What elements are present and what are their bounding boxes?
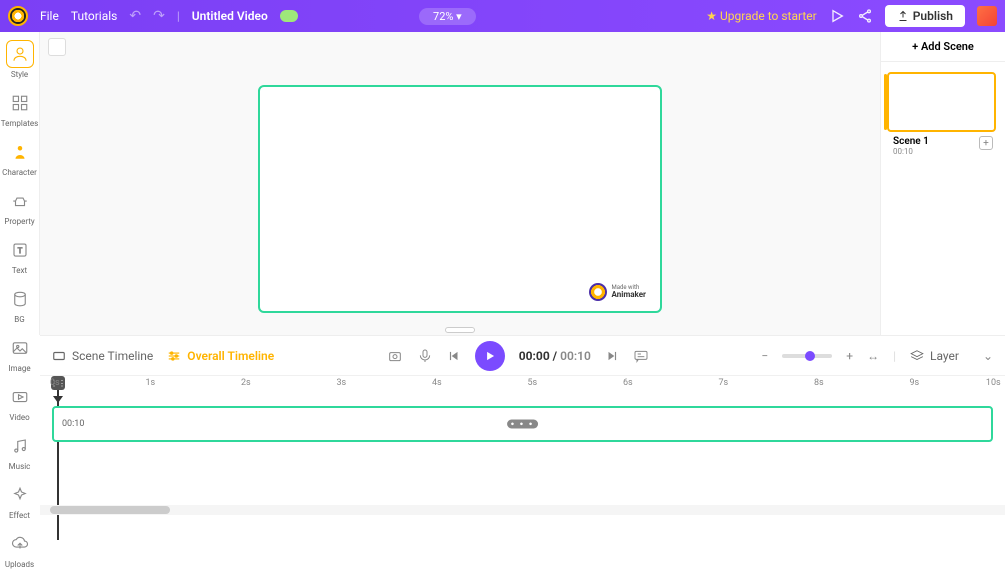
sidebar-item-video[interactable]: Video [0, 381, 39, 424]
bg-icon [6, 285, 34, 313]
sidebar-item-text[interactable]: T Text [0, 234, 39, 277]
clip-duration: 00:10 [62, 419, 84, 429]
watermark: Made with Animaker [589, 283, 646, 301]
main-area: Style Templates Character Property T Tex… [0, 32, 1005, 335]
save-status-icon [280, 10, 298, 22]
svg-text:T: T [17, 246, 22, 255]
character-icon [6, 138, 34, 166]
upgrade-link[interactable]: ★ Upgrade to starter [706, 9, 816, 23]
mic-icon[interactable] [417, 348, 433, 364]
video-icon [6, 383, 34, 411]
text-icon: T [6, 236, 34, 264]
clip-drag-handle[interactable]: ● ● ● [507, 420, 539, 429]
timeline-section: Scene Timeline Overall Timeline 00:00 / … [40, 335, 1005, 515]
sidebar-item-style[interactable]: Style [0, 38, 39, 81]
property-icon [6, 187, 34, 215]
zoom-pill[interactable]: 72% ▾ [419, 8, 476, 25]
menu-tutorials[interactable]: Tutorials [71, 9, 118, 23]
timeline-clip[interactable]: 00:10 ● ● ● [52, 406, 993, 442]
sidebar-item-property[interactable]: Property [0, 185, 39, 228]
scene-timeline-tab[interactable]: Scene Timeline [52, 349, 153, 363]
redo-icon[interactable]: ↷ [153, 8, 165, 24]
panel-resize-handle[interactable] [445, 327, 475, 333]
sidebar-item-image[interactable]: Image [0, 332, 39, 375]
templates-icon [6, 89, 34, 117]
zoom-slider[interactable] [782, 354, 832, 358]
frame-thumbnail[interactable] [48, 38, 66, 56]
fit-icon[interactable]: ↔ [867, 349, 879, 363]
sidebar-item-bg[interactable]: BG [0, 283, 39, 326]
canvas-area: Made with Animaker [40, 32, 880, 335]
left-sidebar: Style Templates Character Property T Tex… [0, 32, 40, 335]
share-icon[interactable] [857, 8, 873, 24]
animaker-logo-icon [589, 283, 607, 301]
user-avatar[interactable] [977, 6, 997, 26]
music-icon [6, 432, 34, 460]
prev-icon[interactable] [447, 349, 461, 363]
scrollbar-thumb[interactable] [50, 506, 170, 514]
next-icon[interactable] [605, 349, 619, 363]
project-title[interactable]: Untitled Video [192, 9, 268, 23]
sidebar-item-effect[interactable]: Effect [0, 479, 39, 522]
upload-icon [6, 530, 34, 558]
subtitle-icon[interactable] [633, 348, 649, 364]
scene-item[interactable]: Scene 1 00:10 + [881, 62, 1005, 166]
overall-timeline-tab[interactable]: Overall Timeline [167, 349, 274, 363]
timeline-tracks[interactable]: 00:10 ● ● ● [40, 396, 1005, 505]
scene-thumbnail[interactable] [887, 72, 996, 132]
scene-add-button[interactable]: + [979, 136, 993, 150]
sidebar-item-uploads[interactable]: Uploads [0, 528, 39, 571]
timecode: 00:00 / 00:10 [519, 349, 591, 363]
undo-icon[interactable]: ↶ [129, 8, 141, 24]
zoom-in-icon[interactable]: + [846, 349, 853, 363]
effect-icon [6, 481, 34, 509]
sidebar-item-templates[interactable]: Templates [0, 87, 39, 130]
app-logo[interactable] [8, 6, 28, 26]
top-bar: File Tutorials ↶ ↷ | Untitled Video 72% … [0, 0, 1005, 32]
timeline-header: Scene Timeline Overall Timeline 00:00 / … [40, 336, 1005, 376]
canvas[interactable]: Made with Animaker [258, 85, 662, 313]
chevron-down-icon[interactable]: ⌄ [983, 349, 993, 363]
ruler-wrap: ⋮⋮ 0s 1s 2s 3s 4s 5s 6s 7s 8s 9s 10s [40, 376, 1005, 396]
image-icon [6, 334, 34, 362]
camera-icon[interactable] [387, 348, 403, 364]
preview-icon[interactable] [829, 8, 845, 24]
person-icon [6, 40, 34, 68]
scene-panel: + Add Scene Scene 1 00:10 + [880, 32, 1005, 335]
scene-name: Scene 1 [893, 136, 929, 147]
sidebar-item-music[interactable]: Music [0, 430, 39, 473]
zoom-out-icon[interactable]: − [761, 349, 768, 363]
play-button[interactable] [475, 341, 505, 371]
add-scene-button[interactable]: + Add Scene [881, 32, 1005, 62]
menu-file[interactable]: File [40, 9, 59, 23]
scene-duration: 00:10 [893, 147, 929, 156]
sidebar-item-character[interactable]: Character [0, 136, 39, 179]
publish-button[interactable]: Publish [885, 5, 965, 27]
horizontal-scrollbar[interactable] [40, 505, 1005, 515]
layer-dropdown[interactable]: Layer [910, 349, 959, 363]
divider: | [177, 9, 180, 23]
timeline-ruler[interactable]: 0s 1s 2s 3s 4s 5s 6s 7s 8s 9s 10s [50, 376, 1005, 396]
